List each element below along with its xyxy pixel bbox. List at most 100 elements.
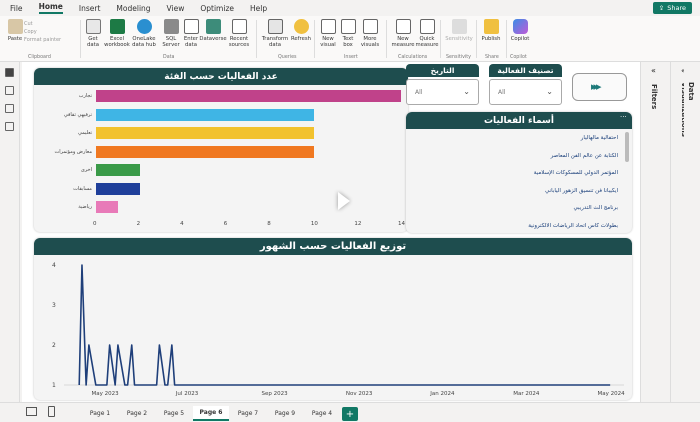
menu-help[interactable]: Help <box>250 4 267 13</box>
list-scrollbar[interactable] <box>625 132 629 162</box>
menu-view[interactable]: View <box>167 4 185 13</box>
category-slicer-dropdown[interactable]: All ⌄ <box>489 79 562 105</box>
left-nav <box>0 62 20 402</box>
menu-optimize[interactable]: Optimize <box>200 4 234 13</box>
event-name-item[interactable]: بطولات كاس اتحاد الرياضات الالكترونية <box>528 223 618 229</box>
event-name-item[interactable]: ايكيبانا فن تنسيق الزهور الياباني <box>545 188 618 194</box>
add-page-button[interactable]: + <box>342 407 358 421</box>
navigation-button[interactable]: ▸▸▸ <box>572 73 627 101</box>
x-tick-label: Jul 2023 <box>175 391 199 397</box>
copy-button[interactable]: Copy <box>24 29 37 35</box>
recent-sources-button[interactable]: Recent sources <box>226 19 252 48</box>
page-tab[interactable]: Page 1 <box>82 406 118 421</box>
series-line[interactable] <box>78 264 611 386</box>
get-data-button[interactable]: Get data <box>80 19 106 48</box>
refresh-button[interactable]: Refresh <box>288 19 314 42</box>
play-icon[interactable] <box>338 192 350 210</box>
ribbon-separator <box>386 20 387 58</box>
page-tab[interactable]: Page 9 <box>267 406 303 421</box>
line-chart-title: توزيع الفعاليات حسب الشهور <box>34 238 632 255</box>
sensitivity-button[interactable]: Sensitivity <box>445 19 473 42</box>
sql-icon <box>163 19 179 34</box>
page-tabs-bar: Page 1 Page 2 Page 5 Page 6 Page 7 Page 9 Page… <box>0 402 700 422</box>
x-tick-label: 2 <box>136 221 141 227</box>
category-slicer-title: تصنيف الفعالية <box>489 64 562 77</box>
category-slicer[interactable]: تصنيف الفعالية All ⌄ <box>489 64 562 105</box>
bar-chart-title: عدد الفعاليات حسب الفئة <box>34 68 408 85</box>
transform-data-button[interactable]: Transform data <box>262 19 288 48</box>
dataverse-button[interactable]: Dataverse <box>199 19 227 42</box>
more-options-icon[interactable]: ··· <box>620 113 627 121</box>
bar-4[interactable] <box>96 145 314 158</box>
publish-label: Publish <box>481 36 501 42</box>
dax-query-icon[interactable] <box>5 122 14 131</box>
menu-file[interactable]: File <box>10 4 23 13</box>
event-names-panel[interactable]: أسماء الفعاليات احتفالية مالهاليار الكتاب… <box>406 112 632 233</box>
date-slicer-dropdown[interactable]: All ⌄ <box>406 79 479 105</box>
line-chart-svg: 1 2 3 4 May 2023 Jul 2023 Sep 2023 Nov 2023 Jan … <box>52 262 625 397</box>
bar-3[interactable] <box>96 127 314 139</box>
event-name-item[interactable]: برنامج الث التدريبي <box>573 205 618 211</box>
database-icon <box>85 19 101 34</box>
text-box-label: Text box <box>342 36 354 48</box>
refresh-icon <box>293 19 309 34</box>
bar-chart-area: تجارب ترفيهي ثقافي تعليمي معارض ومؤتمرات اخر… <box>34 85 408 232</box>
page-tab[interactable]: Page 2 <box>119 406 155 421</box>
onelake-button[interactable]: OneLake data hub <box>131 19 157 48</box>
report-canvas[interactable]: عدد الفعاليات حسب الفئة تجارب ترفيهي ثقاف… <box>22 62 640 402</box>
menu-insert[interactable]: Insert <box>79 4 101 13</box>
bar-category-label: رياضية <box>78 204 92 210</box>
bar-1[interactable] <box>96 90 401 102</box>
line-chart-panel[interactable]: توزيع الفعاليات حسب الشهور 1 2 3 4 May 2023 J… <box>34 238 632 400</box>
page-tab[interactable]: Page 7 <box>230 406 266 421</box>
page-tab[interactable]: Page 6 <box>193 406 229 421</box>
transform-icon <box>267 19 283 34</box>
share-label: Share <box>667 4 686 12</box>
onelake-icon <box>136 19 152 34</box>
date-slicer[interactable]: التاريخ All ⌄ <box>406 64 479 105</box>
cut-button[interactable]: Cut <box>24 21 33 27</box>
copilot-button[interactable]: Copilot <box>507 19 533 42</box>
desktop-layout-icon[interactable] <box>26 407 37 416</box>
bar-2[interactable] <box>96 108 314 121</box>
page-tab[interactable]: Page 4 <box>304 406 340 421</box>
x-tick-label: 6 <box>223 221 228 227</box>
data-pane[interactable]: Data <box>684 62 700 402</box>
menu-home[interactable]: Home <box>38 2 63 14</box>
group-share: Share <box>485 55 499 60</box>
new-measure-button[interactable]: New measure <box>390 19 416 48</box>
event-name-item[interactable]: المؤتمر الدولي للمسكوكات الإسلامية <box>534 170 618 176</box>
bar-6[interactable] <box>96 182 140 195</box>
bar-category-label: ترفيهي ثقافي <box>63 111 92 118</box>
x-tick-label: Mar 2024 <box>513 391 540 397</box>
page-tab[interactable]: Page 5 <box>156 406 192 421</box>
collapse-filters-icon[interactable]: « <box>651 66 656 75</box>
data-pane-label: Data <box>687 82 695 101</box>
refresh-label: Refresh <box>290 36 311 42</box>
mobile-layout-icon[interactable] <box>48 406 55 417</box>
model-view-icon[interactable] <box>5 104 14 113</box>
event-names-list[interactable]: احتفالية مالهاليار الكتابة عن عالم الفن ا… <box>406 129 632 233</box>
filters-pane[interactable]: « Filters <box>640 62 670 402</box>
table-view-icon[interactable] <box>5 86 14 95</box>
y-tick-label: 1 <box>52 382 56 389</box>
event-name-item[interactable]: احتفالية مالهاليار <box>581 135 618 141</box>
format-painter-button[interactable]: Format painter <box>24 37 61 43</box>
x-tick-label: 0 <box>93 221 97 227</box>
excel-icon <box>109 19 125 34</box>
bar-chart-panel[interactable]: عدد الفعاليات حسب الفئة تجارب ترفيهي ثقاف… <box>34 68 408 232</box>
chart-icon <box>320 19 336 34</box>
group-data: Data <box>163 55 175 60</box>
bar-7[interactable] <box>96 201 118 213</box>
menu-modeling[interactable]: Modeling <box>116 4 150 13</box>
publish-button[interactable]: Publish <box>478 19 504 42</box>
share-button[interactable]: ⇪ Share <box>652 2 692 14</box>
chevron-down-icon: ⌄ <box>546 87 553 96</box>
report-view-icon[interactable] <box>5 68 14 77</box>
excel-button[interactable]: Excel workbook <box>104 19 130 48</box>
bar-category-label: معارض ومؤتمرات <box>54 148 92 155</box>
quick-measure-button[interactable]: Quick measure <box>414 19 440 48</box>
bar-5[interactable] <box>96 164 140 176</box>
event-name-item[interactable]: الكتابة عن عالم الفن المعاصر <box>551 153 618 159</box>
more-visuals-button[interactable]: More visuals <box>357 19 383 48</box>
